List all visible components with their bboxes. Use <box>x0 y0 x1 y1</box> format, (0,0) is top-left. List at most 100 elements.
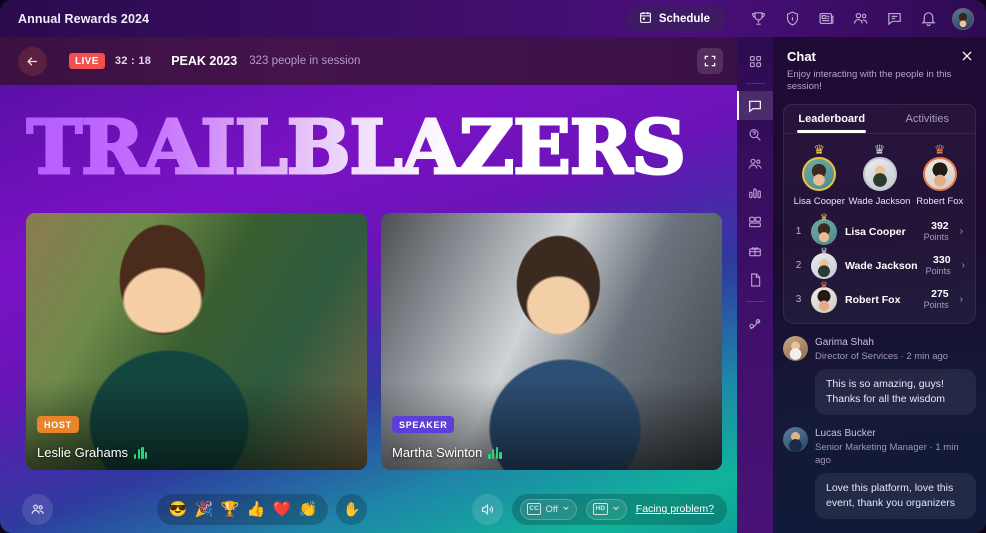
news-icon[interactable] <box>810 3 842 35</box>
points-value: 392 <box>931 220 949 233</box>
podium-entry[interactable]: ♛ Wade Jackson <box>849 143 911 207</box>
top-bar: Annual Rewards 2024 Schedule <box>0 0 986 37</box>
podium: ♛ Lisa Cooper ♛ Wade Jackson ♛ Robert Fo… <box>784 141 975 215</box>
tab-activities[interactable]: Activities <box>880 105 976 133</box>
video-tile[interactable]: HOST Leslie Grahams <box>26 213 367 470</box>
back-button[interactable] <box>18 46 47 76</box>
tab-leaderboard[interactable]: Leaderboard <box>784 105 880 133</box>
chevron-right-icon[interactable]: › <box>962 260 965 271</box>
facing-problem-link[interactable]: Facing problem? <box>636 503 714 515</box>
chat-bubble-icon[interactable] <box>878 3 910 35</box>
chat-message: Lucas Bucker Senior Marketing Manager · … <box>783 426 976 519</box>
rail-item-people[interactable] <box>737 149 773 178</box>
reaction-button[interactable]: 😎 <box>166 498 189 521</box>
podium-name: Robert Fox <box>916 195 964 207</box>
crown-icon: ♛ <box>933 141 946 157</box>
chat-messages: Garima Shah Director of Services · 2 min… <box>773 324 986 519</box>
stage-title: TRAILBLAZERS <box>24 105 687 191</box>
stage-controls: 😎 🎉 🏆 👍 ❤️ 👏 ✋ CC Off HD Facing problem? <box>0 485 737 533</box>
apps-grid-icon[interactable] <box>737 47 773 76</box>
message-header: Garima Shah Director of Services · 2 min… <box>783 335 976 363</box>
points-label: Points <box>925 266 951 277</box>
audio-level-icon <box>134 446 148 459</box>
bell-icon[interactable] <box>912 3 944 35</box>
chevron-right-icon[interactable]: › <box>960 294 963 305</box>
rail-item-chat[interactable] <box>737 91 773 120</box>
chat-subtitle: Enjoy interacting with the people in thi… <box>787 69 952 93</box>
speaker-icon[interactable] <box>471 493 503 525</box>
quality-controls: CC Off HD Facing problem? <box>511 493 727 525</box>
leaderboard-row[interactable]: 2 ♛ Wade Jackson 330 Points › <box>784 246 975 283</box>
avatar <box>862 156 897 191</box>
points-block: 275 Points <box>924 288 949 311</box>
message-bubble: Love this platform, love this event, tha… <box>815 472 976 519</box>
avatar <box>922 156 957 191</box>
people-icon[interactable] <box>844 3 876 35</box>
rank: 3 <box>795 294 802 306</box>
reaction-button[interactable]: 🏆 <box>218 498 241 521</box>
podium-name: Lisa Cooper <box>793 195 845 207</box>
participants-button[interactable] <box>22 493 53 525</box>
quality-dropdown[interactable]: HD <box>585 498 627 520</box>
message-role-time: Senior Marketing Manager · 1 min ago <box>815 441 959 466</box>
points-label: Points <box>923 232 949 243</box>
session-name: PEAK 2023 <box>171 54 238 68</box>
points-block: 392 Points <box>924 220 949 243</box>
leaderboard-row[interactable]: 1 ♛ Lisa Cooper 392 Points › <box>784 211 975 249</box>
participant-name: Martha Swinton <box>392 445 483 460</box>
close-icon[interactable] <box>958 47 976 65</box>
rail-item-qa[interactable] <box>737 120 773 149</box>
calendar-icon <box>639 11 652 27</box>
session-timer: 32 : 18 <box>114 55 152 67</box>
message-meta: Garima Shah Director of Services · 2 min… <box>815 336 976 363</box>
points-label: Points <box>923 300 949 311</box>
leaderboard-row[interactable]: 3 ♛ Robert Fox 275 Points › <box>784 279 975 317</box>
live-badge: LIVE <box>69 53 105 69</box>
session-bar: LIVE 32 : 18 PEAK 2023 323 people in ses… <box>0 37 737 85</box>
message-meta: Lucas Bucker Senior Marketing Manager · … <box>815 427 976 467</box>
chevron-right-icon[interactable]: › <box>960 226 963 237</box>
leaderboard-name: Wade Jackson <box>845 259 918 272</box>
avatar <box>811 252 837 279</box>
rail-divider <box>745 301 765 302</box>
raise-hand-button[interactable]: ✋ <box>336 493 368 525</box>
avatar <box>802 156 837 191</box>
trophy-icon[interactable] <box>742 3 774 35</box>
podium-entry[interactable]: ♛ Lisa Cooper <box>790 143 849 207</box>
schedule-button[interactable]: Schedule <box>625 5 726 32</box>
podium-entry[interactable]: ♛ Robert Fox <box>910 141 969 207</box>
chat-header: Chat Enjoy interacting with the people i… <box>773 37 986 94</box>
avatar-wrap: ♛ <box>811 246 837 279</box>
rank: 2 <box>795 260 802 272</box>
shield-info-icon[interactable] <box>776 3 808 35</box>
points-block: 330 Points <box>926 254 951 277</box>
crown-icon: ♛ <box>819 211 829 222</box>
captions-dropdown[interactable]: CC Off <box>519 498 577 520</box>
reaction-button[interactable]: 👍 <box>244 498 267 521</box>
rail-item-polls[interactable] <box>737 178 773 207</box>
playback-controls: CC Off HD Facing problem? <box>471 493 727 525</box>
avatar <box>811 218 837 245</box>
message-author: Lucas Bucker <box>815 427 876 439</box>
reaction-button[interactable]: 🎉 <box>192 498 215 521</box>
role-badge: SPEAKER <box>392 416 455 433</box>
video-stage: TRAILBLAZERS HOST Leslie Grahams SPEAKER… <box>0 85 737 533</box>
reaction-button[interactable]: 👏 <box>296 498 319 521</box>
video-tile[interactable]: SPEAKER Martha Swinton <box>381 213 722 470</box>
avatar <box>783 426 808 452</box>
chat-tabs: Leaderboard Activities <box>783 103 976 134</box>
rail-item-booth[interactable] <box>737 207 773 236</box>
side-icon-rail <box>737 37 773 533</box>
fullscreen-icon[interactable] <box>697 48 723 74</box>
message-bubble: This is so amazing, guys! Thanks for all… <box>815 368 976 415</box>
rail-item-gifts[interactable] <box>737 236 773 265</box>
crown-icon: ♛ <box>819 245 829 256</box>
user-avatar[interactable] <box>952 7 974 30</box>
crown-icon: ♛ <box>819 279 829 290</box>
reaction-button[interactable]: ❤️ <box>270 498 293 521</box>
leaderboard-name: Lisa Cooper <box>845 225 906 238</box>
rail-item-files[interactable] <box>737 265 773 294</box>
topbar-actions: Schedule <box>625 3 974 35</box>
reactions-bar: 😎 🎉 🏆 👍 ❤️ 👏 <box>157 493 329 525</box>
rail-item-networking[interactable] <box>737 309 773 338</box>
